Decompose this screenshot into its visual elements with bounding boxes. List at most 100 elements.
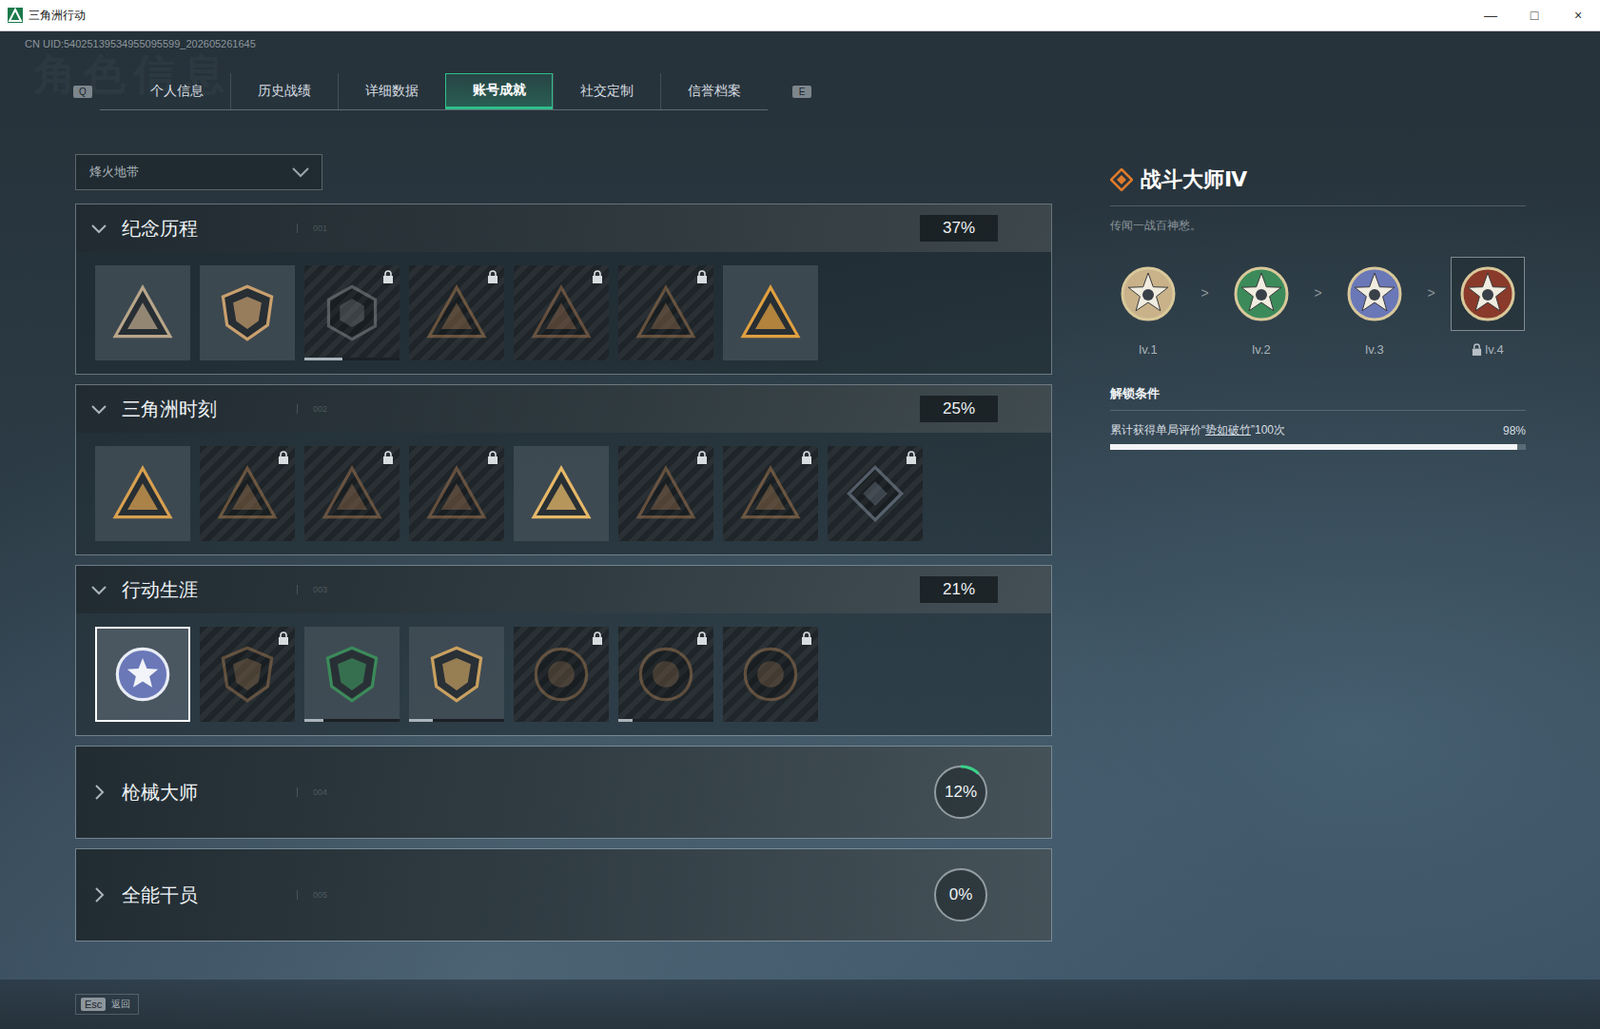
section-number: 002 [296, 404, 328, 414]
lock-icon [487, 270, 499, 284]
level-label: lv.4 [1471, 342, 1503, 357]
badge-tile[interactable] [304, 446, 400, 542]
badge-tile[interactable] [513, 265, 609, 361]
game-window: 三角洲行动—□×角色信息CN UID:54025139534955095599_… [0, 0, 1600, 1029]
badge-row [76, 613, 1052, 736]
triangle-badge-icon [740, 463, 801, 525]
badge-progress-fill [304, 357, 343, 361]
badge-tile[interactable] [95, 446, 191, 542]
badge-progress-bar [304, 357, 400, 361]
tab[interactable]: 社交定制 [552, 73, 661, 110]
footer-bar: Esc返回 [0, 979, 1600, 1029]
tab[interactable]: 详细数据 [337, 73, 446, 110]
section-title: 全能干员 [121, 882, 284, 909]
badge-tile[interactable] [827, 446, 923, 542]
badge-progress-fill [618, 719, 633, 722]
prev-tab-key[interactable]: Q [73, 85, 93, 98]
title-bar: 三角洲行动—□× [0, 0, 1600, 32]
section-header[interactable]: 全能干员 005 0% [76, 849, 1052, 941]
badge-progress-bar [618, 719, 714, 722]
section-title: 行动生涯 [121, 577, 284, 604]
detail-title-row: 战斗大师Ⅳ [1110, 165, 1526, 207]
hex-badge-icon [321, 282, 383, 344]
level-label: lv.2 [1251, 342, 1270, 357]
triangle-badge-icon [426, 282, 488, 344]
badge-tile[interactable] [409, 265, 505, 361]
back-button[interactable]: Esc返回 [75, 994, 139, 1015]
esc-key: Esc [80, 997, 106, 1012]
badge-tile[interactable] [95, 265, 191, 361]
tab[interactable]: 历史战绩 [230, 73, 338, 110]
section-progress-ring: 12% [931, 762, 991, 822]
tab-list: 个人信息历史战绩详细数据账号成就社交定制信誉档案 [99, 73, 768, 111]
achievement-detail: 战斗大师Ⅳ传闻一战百神愁。lv.1>lv.2>lv.3>lv.4解锁条件累计获得… [1110, 154, 1526, 980]
mode-dropdown[interactable]: 烽火地带 [75, 154, 323, 191]
level-separator: > [1200, 285, 1209, 301]
badge-tile[interactable] [199, 626, 295, 722]
unlock-condition-title: 解锁条件 [1110, 385, 1526, 411]
lock-icon [277, 631, 290, 645]
triangle-badge-icon [321, 463, 383, 525]
badge-tile[interactable] [199, 446, 295, 542]
window-title: 三角洲行动 [28, 7, 1464, 24]
level-item[interactable]: lv.3 [1336, 256, 1413, 357]
shield-badge-icon [426, 643, 488, 705]
badge-tile[interactable] [513, 626, 609, 722]
achievement-section: 全能干员 005 0% [75, 848, 1053, 942]
badge-tile[interactable] [409, 626, 505, 722]
section-percent: 12% [944, 782, 977, 802]
badge-tile[interactable] [722, 446, 819, 542]
badge-tile[interactable] [618, 265, 714, 361]
badge-tile[interactable] [199, 265, 295, 361]
level-item[interactable]: lv.1 [1110, 256, 1187, 357]
badge-tile[interactable] [409, 446, 505, 542]
badge-tile[interactable] [722, 265, 819, 361]
achievement-section: 纪念历程00137% [75, 203, 1053, 375]
badge-tile[interactable] [304, 265, 400, 361]
star-badge-icon [112, 643, 174, 705]
badge-tile[interactable] [513, 446, 609, 542]
level-icon-box [1337, 256, 1412, 332]
lock-icon [591, 631, 604, 645]
tab[interactable]: 个人信息 [122, 73, 231, 110]
level-separator: > [1426, 285, 1435, 301]
section-number: 003 [296, 585, 328, 595]
diamond-badge-icon [844, 463, 906, 525]
level-icon-box [1111, 256, 1186, 332]
tab[interactable]: 账号成就 [445, 73, 553, 110]
badge-row [76, 252, 1052, 374]
section-number: 005 [296, 890, 328, 900]
section-percent: 25% [919, 395, 998, 423]
level-label: lv.3 [1365, 342, 1384, 357]
lock-icon [591, 270, 604, 284]
level-item[interactable]: lv.4 [1449, 256, 1526, 357]
level-item[interactable]: lv.2 [1223, 256, 1300, 357]
window-control-button[interactable]: □ [1512, 7, 1557, 23]
medal-star-icon [1344, 263, 1405, 325]
section-progress-ring: 0% [931, 865, 991, 925]
badge-tile[interactable] [95, 626, 191, 722]
triangle-badge-icon [530, 282, 592, 344]
section-title: 枪械大师 [121, 780, 284, 806]
lock-icon [277, 450, 290, 465]
mode-dropdown-value: 烽火地带 [89, 163, 139, 181]
section-header[interactable]: 行动生涯00321% [76, 565, 1052, 614]
condition-link[interactable]: 势如破竹 [1205, 423, 1251, 437]
next-tab-key[interactable]: E [792, 85, 812, 98]
badge-tile[interactable] [618, 626, 714, 722]
badge-tile[interactable] [618, 446, 714, 542]
level-label-text: lv.1 [1138, 342, 1157, 357]
badge-tile[interactable] [304, 626, 400, 722]
lock-icon [696, 450, 708, 465]
section-header[interactable]: 枪械大师00412% [76, 746, 1052, 839]
achievement-section: 三角洲时刻00225% [75, 384, 1053, 556]
game-screen: 角色信息CN UID:54025139534955095599_20260526… [0, 31, 1600, 1029]
badge-tile[interactable] [722, 626, 819, 722]
section-header[interactable]: 三角洲时刻00225% [76, 385, 1052, 433]
window-control-button[interactable]: × [1556, 7, 1600, 23]
shield-badge-icon [216, 282, 278, 344]
section-header[interactable]: 纪念历程00137% [76, 204, 1052, 253]
tab[interactable]: 信誉档案 [660, 73, 768, 110]
window-control-button[interactable]: — [1468, 7, 1513, 23]
triangle-badge-icon [530, 463, 592, 525]
